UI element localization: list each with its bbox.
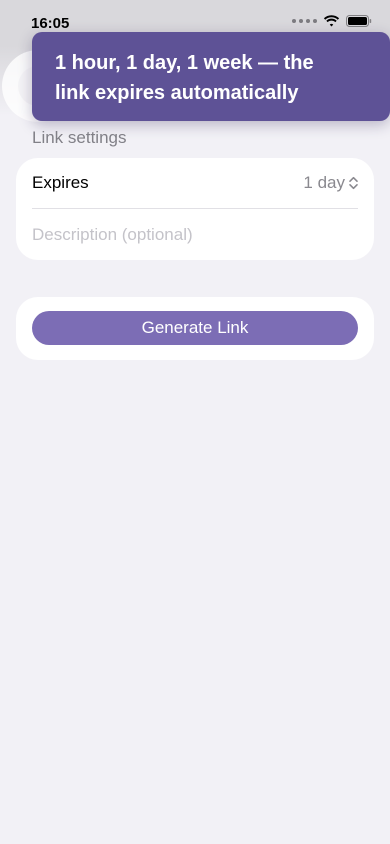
section-header-link-settings: Link settings (32, 128, 127, 147)
generate-card: Generate Link (16, 297, 374, 360)
description-row (32, 209, 358, 260)
wifi-icon (323, 15, 340, 27)
status-icons (292, 15, 372, 27)
description-input[interactable] (32, 224, 358, 245)
expires-row[interactable]: Expires 1 day (32, 158, 358, 209)
expires-value: 1 day (303, 173, 345, 192)
tooltip-line-2: link expires automatically (55, 82, 299, 104)
expires-label: Expires (32, 173, 89, 192)
chevron-up-down-icon (349, 176, 358, 190)
generate-link-button[interactable]: Generate Link (32, 311, 358, 345)
cellular-dots-icon (292, 19, 317, 23)
link-settings-card: Expires 1 day (16, 158, 374, 260)
status-time: 16:05 (31, 15, 70, 32)
expires-picker[interactable]: 1 day (303, 173, 358, 193)
expiry-tooltip: 1 hour, 1 day, 1 week — the link expires… (32, 32, 390, 121)
battery-icon (346, 15, 372, 27)
tooltip-line-1: 1 hour, 1 day, 1 week — the (55, 52, 314, 74)
